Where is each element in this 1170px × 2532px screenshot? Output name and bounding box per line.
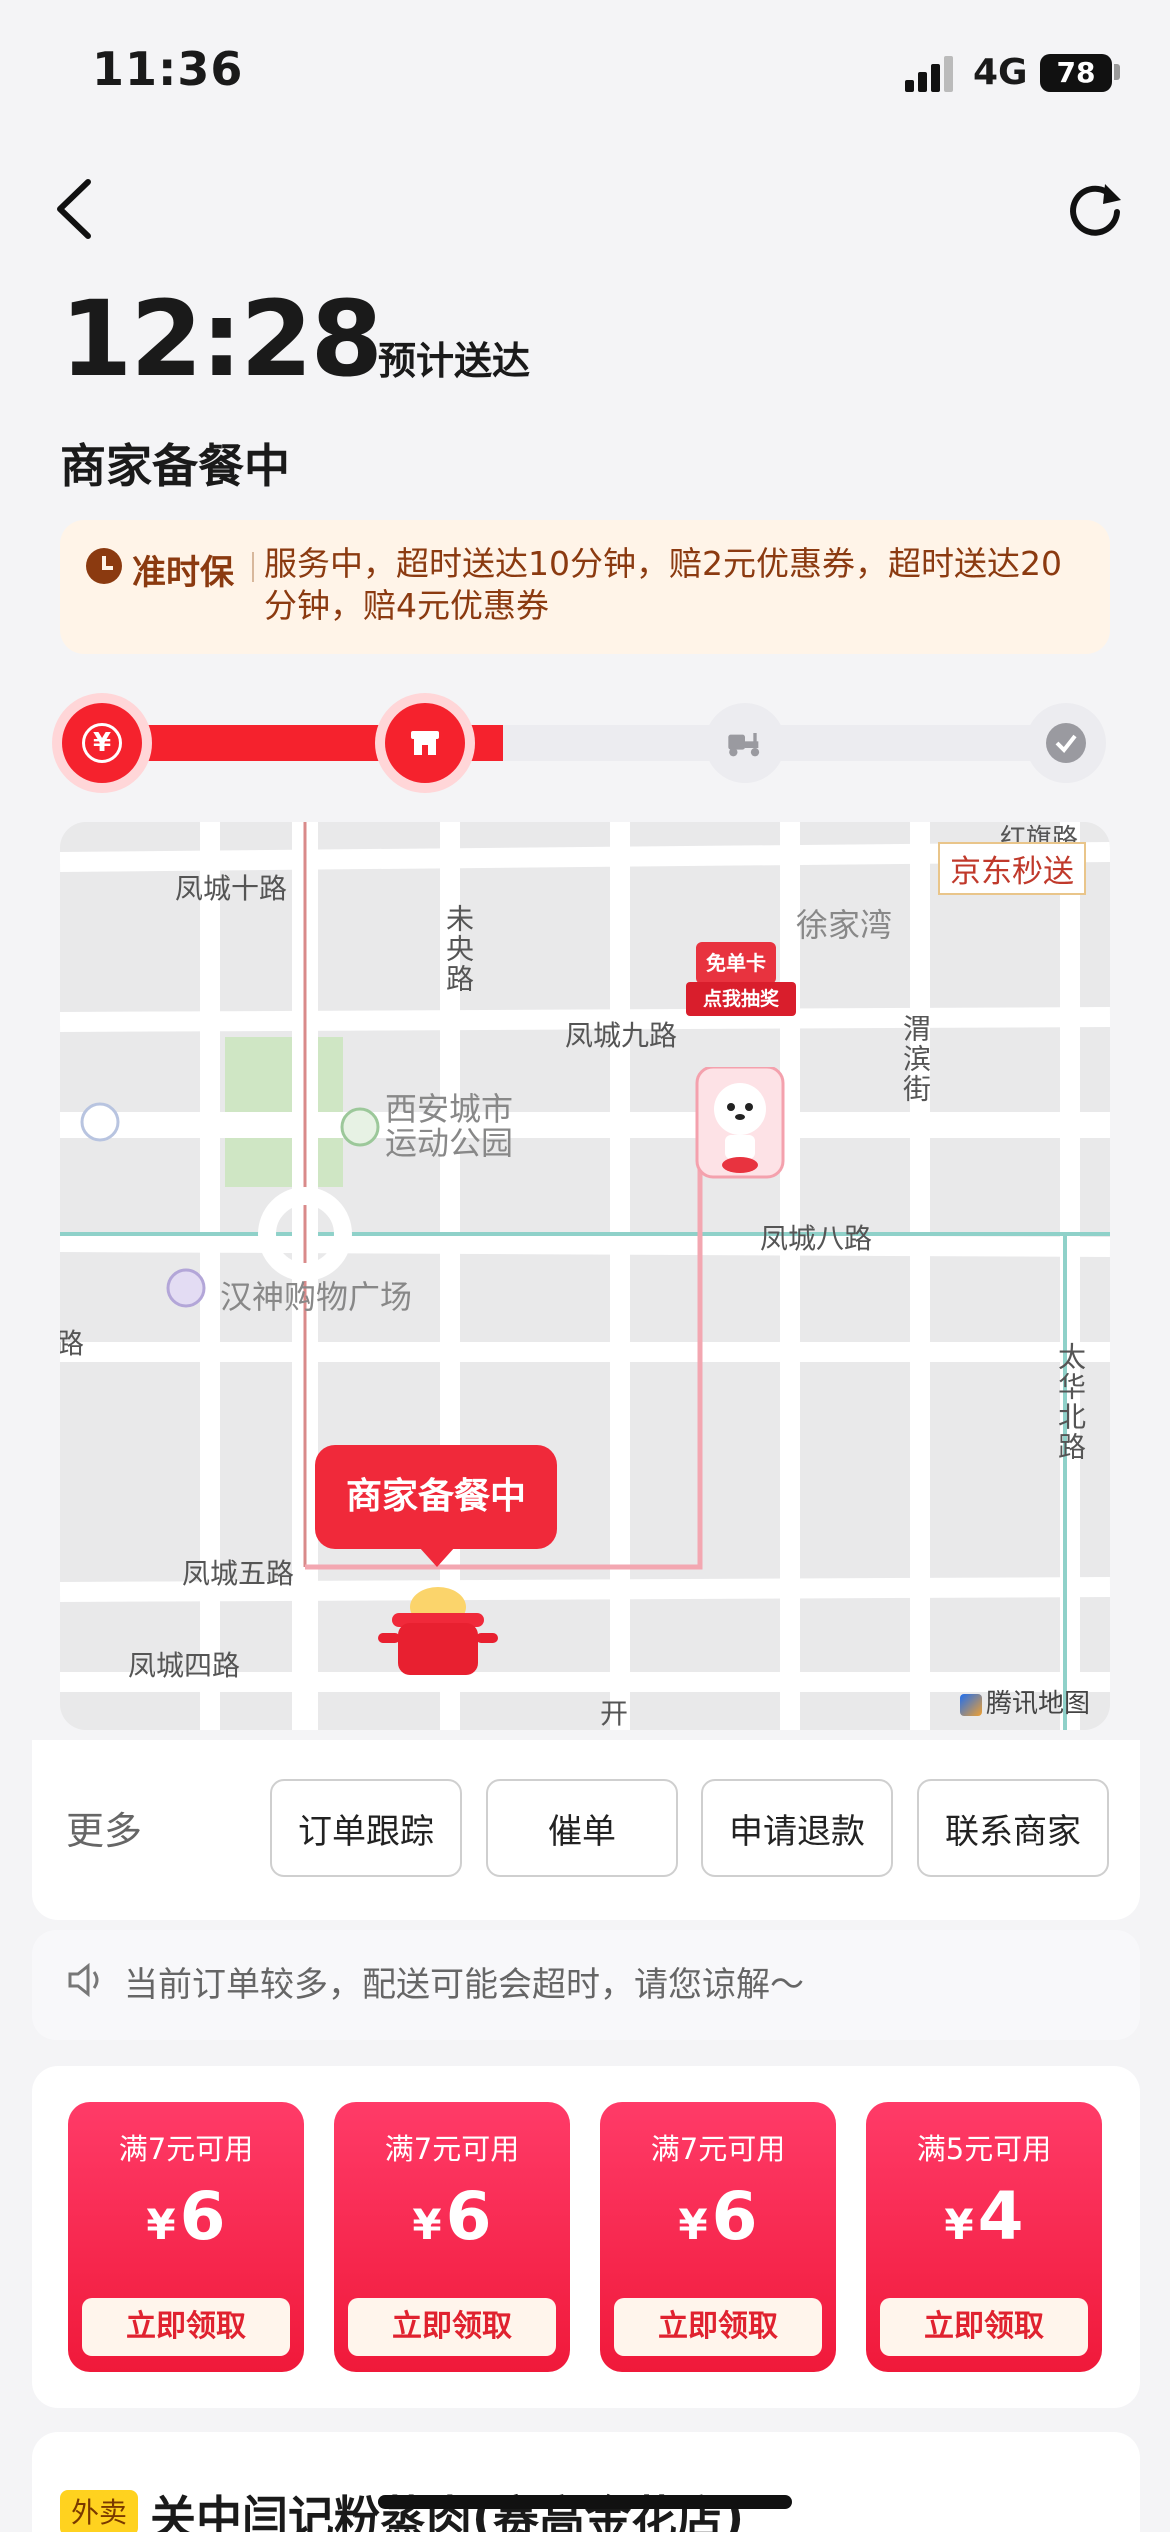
place-label: 徐家湾	[796, 906, 893, 944]
track-order-button[interactable]: 订单跟踪	[270, 1779, 462, 1877]
chevron-left-icon	[57, 179, 91, 239]
coupon-condition: 满7元可用	[118, 2132, 254, 2166]
home-indicator[interactable]	[378, 2495, 792, 2509]
eta-label: 预计送达	[378, 339, 531, 383]
coupon-condition: 满7元可用	[650, 2132, 786, 2166]
lottery-button[interactable]: 点我抽奖	[686, 982, 796, 1016]
delivery-map[interactable]: 凤城十路 未央路 徐家湾 红旗路 凤城九路 渭滨街 西安城市运动公园 凤城八路 …	[60, 822, 1110, 1730]
merchant-pot-icon	[378, 1577, 498, 1687]
map-roads	[60, 822, 1110, 1730]
currency-symbol: ¥	[146, 2200, 176, 2249]
yen-icon: ¥	[82, 723, 122, 763]
eta-time: 12:28	[60, 278, 383, 400]
coupon-condition: 满5元可用	[916, 2132, 1052, 2166]
battery-icon: 78	[1040, 54, 1112, 92]
claim-coupon-button[interactable]: 立即领取	[614, 2298, 822, 2356]
network-type: 4G	[973, 52, 1028, 93]
road-label: 凤城十路	[175, 872, 288, 905]
status-time: 11:36	[92, 42, 244, 96]
road-label: 凤城四路	[128, 1649, 241, 1682]
coupon-amount: ¥6	[146, 2178, 226, 2255]
coupon-amount: ¥4	[944, 2178, 1024, 2255]
back-button[interactable]	[48, 174, 108, 244]
courier-avatar-icon	[695, 1067, 785, 1179]
merchant-status-callout: 商家备餐中	[315, 1445, 557, 1567]
coupon-condition: 满7元可用	[384, 2132, 520, 2166]
claim-coupon-button[interactable]: 立即领取	[82, 2298, 290, 2356]
road-label: 渭滨街	[899, 1014, 932, 1104]
notice-text: 当前订单较多，配送可能会超时，请您谅解～	[124, 1965, 804, 2005]
tencent-map-icon	[959, 1693, 982, 1716]
coupon-card[interactable]: 满5元可用 ¥4 立即领取	[866, 2102, 1102, 2372]
tencent-map-logo: 腾讯地图	[959, 1683, 1090, 1720]
more-label[interactable]: 更多	[66, 1800, 142, 1855]
urge-order-button[interactable]: 催单	[486, 1779, 678, 1877]
free-card-badge[interactable]: 免单卡	[696, 942, 776, 984]
request-refund-button[interactable]: 申请退款	[701, 1779, 893, 1877]
road-label: 凤城五路	[182, 1557, 295, 1590]
road-label: 未央路	[442, 904, 475, 994]
park-label: 西安城市运动公园	[385, 1090, 514, 1162]
check-icon	[1046, 723, 1086, 763]
step-done	[1026, 703, 1106, 783]
courier-marker[interactable]	[685, 1067, 795, 1292]
claim-coupon-button[interactable]: 立即领取	[348, 2298, 556, 2356]
coupon-card[interactable]: 满7元可用 ¥6 立即领取	[68, 2102, 304, 2372]
road-label: 开	[600, 1697, 629, 1730]
currency-symbol: ¥	[412, 2200, 442, 2249]
currency-symbol: ¥	[678, 2200, 708, 2249]
coupon-card[interactable]: 满7元可用 ¥6 立即领取	[600, 2102, 836, 2372]
ontime-label: 准时保	[132, 553, 234, 593]
jd-miaosong-badge: 京东秒送	[938, 842, 1086, 895]
divider	[252, 552, 254, 582]
battery-cap	[1114, 64, 1120, 80]
coupon-amount: ¥6	[412, 2178, 492, 2255]
clock-icon	[86, 548, 122, 584]
takeout-tag: 外卖	[60, 2490, 138, 2532]
step-paid: ¥	[62, 703, 142, 783]
place-label: 汉神购物广场	[220, 1278, 413, 1316]
refresh-button[interactable]	[1065, 178, 1125, 238]
refresh-icon	[1070, 184, 1121, 236]
contact-merchant-button[interactable]: 联系商家	[917, 1779, 1109, 1877]
order-status-title: 商家备餐中	[60, 439, 290, 493]
signal-icon	[905, 52, 957, 92]
coupon-card[interactable]: 满7元可用 ¥6 立即领取	[334, 2102, 570, 2372]
speaker-icon	[66, 1958, 110, 2002]
road-label: 凤城九路	[565, 1019, 678, 1052]
coupon-amount: ¥6	[678, 2178, 758, 2255]
claim-coupon-button[interactable]: 立即领取	[880, 2298, 1088, 2356]
currency-symbol: ¥	[944, 2200, 974, 2249]
road-label: 路	[60, 1327, 85, 1360]
step-merchant	[385, 703, 465, 783]
store-icon	[405, 723, 445, 763]
road-label: 太华北路	[1054, 1342, 1087, 1462]
ontime-description: 服务中，超时送达10分钟，赔2元优惠券，超时送达20分钟，赔4元优惠券	[264, 544, 1062, 625]
step-delivery	[705, 703, 785, 783]
scooter-icon	[725, 723, 765, 763]
